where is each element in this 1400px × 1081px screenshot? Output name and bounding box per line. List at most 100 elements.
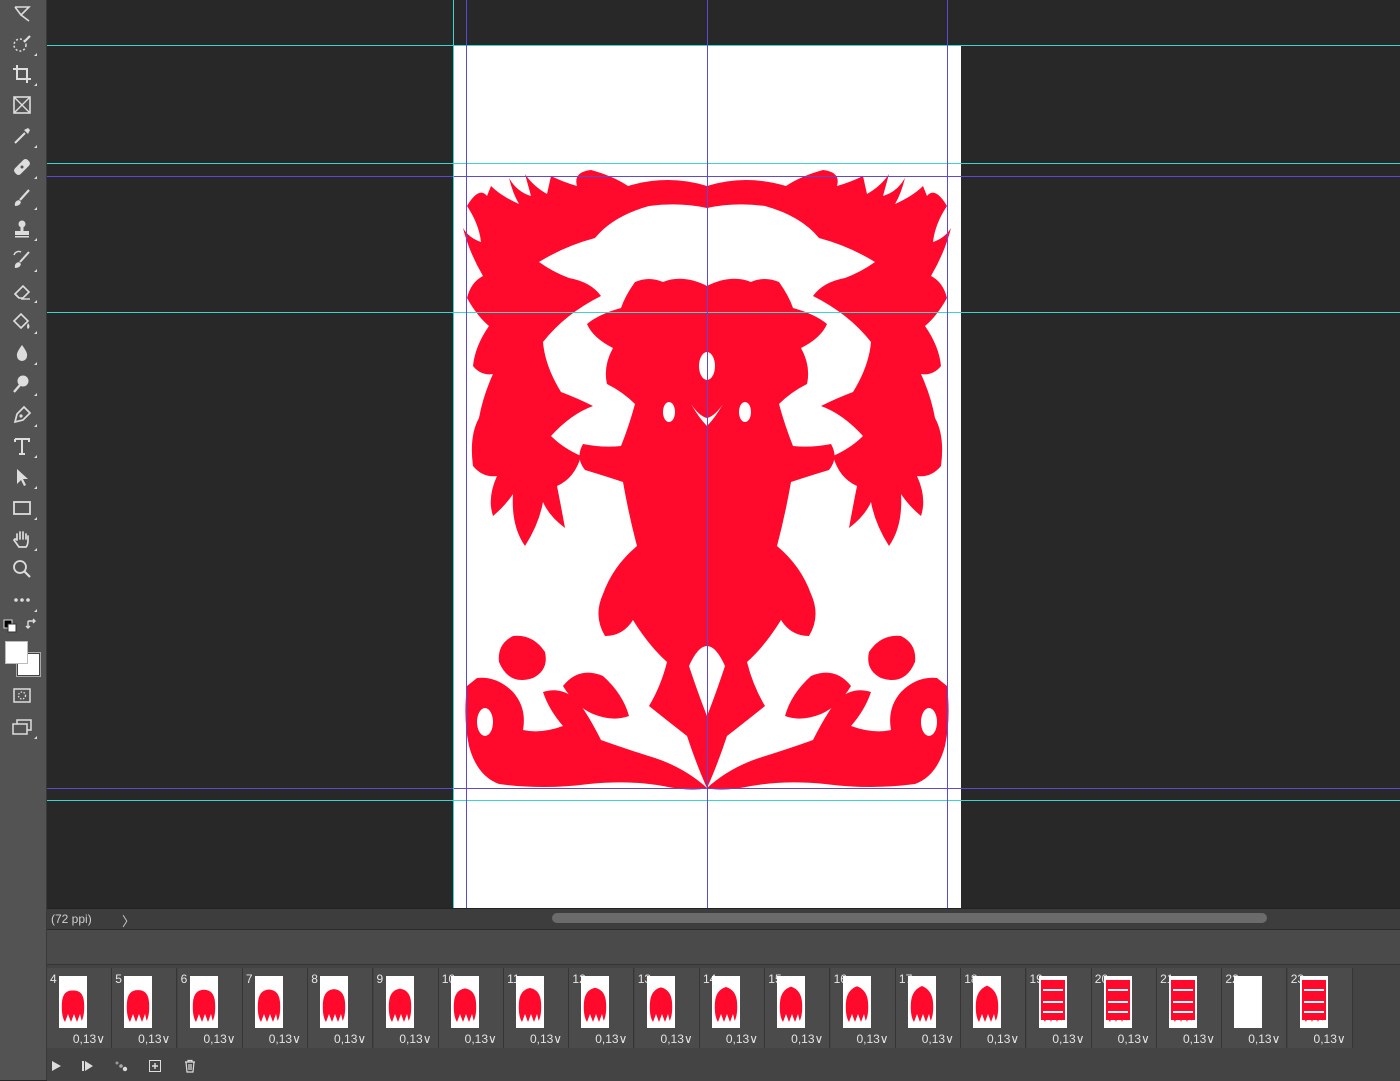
eyedropper-icon[interactable] — [6, 122, 38, 150]
frame-delay-dropdown[interactable]: 0,13∨ — [269, 1032, 301, 1046]
animation-frame[interactable]: 16 0,13∨ — [830, 968, 896, 1048]
history-brush-icon[interactable] — [6, 246, 38, 274]
frame-delay-dropdown[interactable]: 0,13∨ — [465, 1032, 497, 1046]
animation-frame[interactable]: 9 0,13∨ — [373, 968, 439, 1048]
frame-delay-dropdown[interactable]: 0,13∨ — [138, 1032, 170, 1046]
guide-horizontal[interactable] — [47, 163, 1400, 164]
quick-mask-icon[interactable] — [6, 682, 38, 710]
animation-frame[interactable]: 5 0,13∨ — [112, 968, 178, 1048]
healing-brush-icon[interactable] — [6, 153, 38, 181]
blur-icon[interactable] — [6, 339, 38, 367]
animation-frame[interactable]: 19 0,13∨ — [1026, 968, 1092, 1048]
delete-frame-icon[interactable] — [181, 1057, 199, 1075]
animation-frame[interactable]: 10 0,13∨ — [438, 968, 504, 1048]
guide-vertical[interactable] — [466, 0, 467, 908]
animation-frame[interactable]: 22 0,13∨ — [1222, 968, 1288, 1048]
frame-delay-dropdown[interactable]: 0,13∨ — [726, 1032, 758, 1046]
frame-delay-dropdown[interactable]: 0,13∨ — [73, 1032, 105, 1046]
pen-icon[interactable] — [6, 401, 38, 429]
animation-frame[interactable]: 4 0,13∨ — [47, 968, 112, 1048]
animation-frame[interactable]: 11 0,13∨ — [504, 968, 570, 1048]
animation-frame[interactable]: 13 0,13∨ — [634, 968, 700, 1048]
animation-frame[interactable]: 7 0,13∨ — [242, 968, 308, 1048]
frame-thumbnail — [516, 976, 545, 1028]
eraser-icon[interactable] — [6, 277, 38, 305]
frame-delay-dropdown[interactable]: 0,13∨ — [1314, 1032, 1346, 1046]
frame-number: 5 — [115, 972, 122, 986]
frame-delay-dropdown[interactable]: 0,13∨ — [595, 1032, 627, 1046]
tween-icon[interactable] — [112, 1057, 130, 1075]
frame-thumbnail — [254, 976, 283, 1028]
default-colors-icon[interactable] — [3, 619, 17, 633]
clone-stamp-icon[interactable] — [6, 215, 38, 243]
frame-thumbnail — [320, 976, 349, 1028]
frame-delay-dropdown[interactable]: 0,13∨ — [1118, 1032, 1150, 1046]
animation-frame[interactable]: 6 0,13∨ — [177, 968, 243, 1048]
frame-delay-dropdown[interactable]: 0,13∨ — [1183, 1032, 1215, 1046]
next-frame-icon[interactable] — [78, 1057, 96, 1075]
frame-thumbnail — [1038, 976, 1067, 1028]
crop-icon[interactable] — [6, 60, 38, 88]
new-frame-icon[interactable] — [146, 1057, 164, 1075]
animation-frame[interactable]: 17 0,13∨ — [895, 968, 961, 1048]
frame-number: 7 — [245, 972, 253, 986]
animation-frame[interactable]: 8 0,13∨ — [308, 968, 374, 1048]
zoom-icon[interactable] — [6, 555, 38, 583]
animation-frame[interactable]: 20 0,13∨ — [1091, 968, 1157, 1048]
frame-delay-dropdown[interactable]: 0,13∨ — [334, 1032, 366, 1046]
frame-delay-dropdown[interactable]: 0,13∨ — [1052, 1032, 1084, 1046]
animation-frame[interactable]: 18 0,13∨ — [961, 968, 1027, 1048]
frame-number: 9 — [376, 972, 384, 986]
frame-delay-dropdown[interactable]: 0,13∨ — [661, 1032, 693, 1046]
frame-delay-dropdown[interactable]: 0,13∨ — [987, 1032, 1019, 1046]
swap-colors-icon[interactable] — [25, 618, 39, 632]
frame-number: 6 — [180, 972, 188, 986]
frame-delay-dropdown[interactable]: 0,13∨ — [203, 1032, 235, 1046]
frame-thumbnail — [973, 976, 1002, 1028]
guide-horizontal[interactable] — [47, 176, 1400, 177]
frame-delay-dropdown[interactable]: 0,13∨ — [856, 1032, 888, 1046]
canvas-area[interactable] — [47, 0, 1400, 908]
screen-mode-icon[interactable] — [6, 713, 38, 741]
frame-strip: 4 0,13∨ 5 0,13∨ 6 0,13∨ 7 0,13∨ 8 0,13∨ 9 0,13∨ 10 0,… — [47, 966, 1400, 1050]
rectangle-icon[interactable] — [6, 494, 38, 522]
frame-delay-dropdown[interactable]: 0,13∨ — [530, 1032, 562, 1046]
lasso-icon[interactable] — [6, 0, 38, 28]
animation-frame[interactable]: 23 0,13∨ — [1287, 968, 1353, 1048]
quick-selection-icon[interactable] — [6, 30, 38, 58]
frame-delay-dropdown[interactable]: 0,13∨ — [922, 1032, 954, 1046]
frame-icon[interactable] — [6, 91, 38, 119]
animation-frame[interactable]: 12 0,13∨ — [569, 968, 635, 1048]
frame-thumbnail — [1103, 976, 1132, 1028]
frame-delay-dropdown[interactable]: 0,13∨ — [1248, 1032, 1280, 1046]
frame-thumbnail — [842, 976, 871, 1028]
status-menu-arrow-icon[interactable]: 〉 — [122, 911, 135, 930]
guide-horizontal[interactable] — [47, 312, 1400, 313]
timeline-controls — [47, 1051, 1400, 1081]
frame-thumbnail — [450, 976, 479, 1028]
foreground-color-swatch[interactable] — [5, 641, 28, 664]
horizontal-scrollbar[interactable] — [552, 913, 1267, 923]
play-icon[interactable] — [47, 1057, 65, 1075]
dodge-icon[interactable] — [6, 370, 38, 398]
color-swatches[interactable] — [4, 640, 41, 677]
frame-thumbnail — [646, 976, 675, 1028]
guide-horizontal[interactable] — [47, 788, 1400, 789]
guide-horizontal[interactable] — [47, 800, 1400, 801]
more-tools-icon[interactable] — [6, 586, 38, 614]
type-icon[interactable] — [6, 432, 38, 460]
frame-delay-dropdown[interactable]: 0,13∨ — [399, 1032, 431, 1046]
animation-frame[interactable]: 14 0,13∨ — [700, 968, 765, 1048]
animation-frame[interactable]: 21 0,13∨ — [1157, 968, 1223, 1048]
brush-icon[interactable] — [6, 184, 38, 212]
animation-frame[interactable]: 15 0,13∨ — [765, 968, 831, 1048]
frame-delay-dropdown[interactable]: 0,13∨ — [791, 1032, 823, 1046]
horizontal-scrollbar-thumb[interactable] — [552, 913, 1267, 923]
guide-vertical[interactable] — [947, 0, 948, 908]
guide-vertical[interactable] — [707, 0, 708, 908]
guide-vertical[interactable] — [453, 0, 454, 908]
guide-horizontal[interactable] — [47, 45, 1400, 46]
hand-icon[interactable] — [6, 525, 38, 553]
path-selection-icon[interactable] — [6, 463, 38, 491]
paint-bucket-icon[interactable] — [6, 308, 38, 336]
